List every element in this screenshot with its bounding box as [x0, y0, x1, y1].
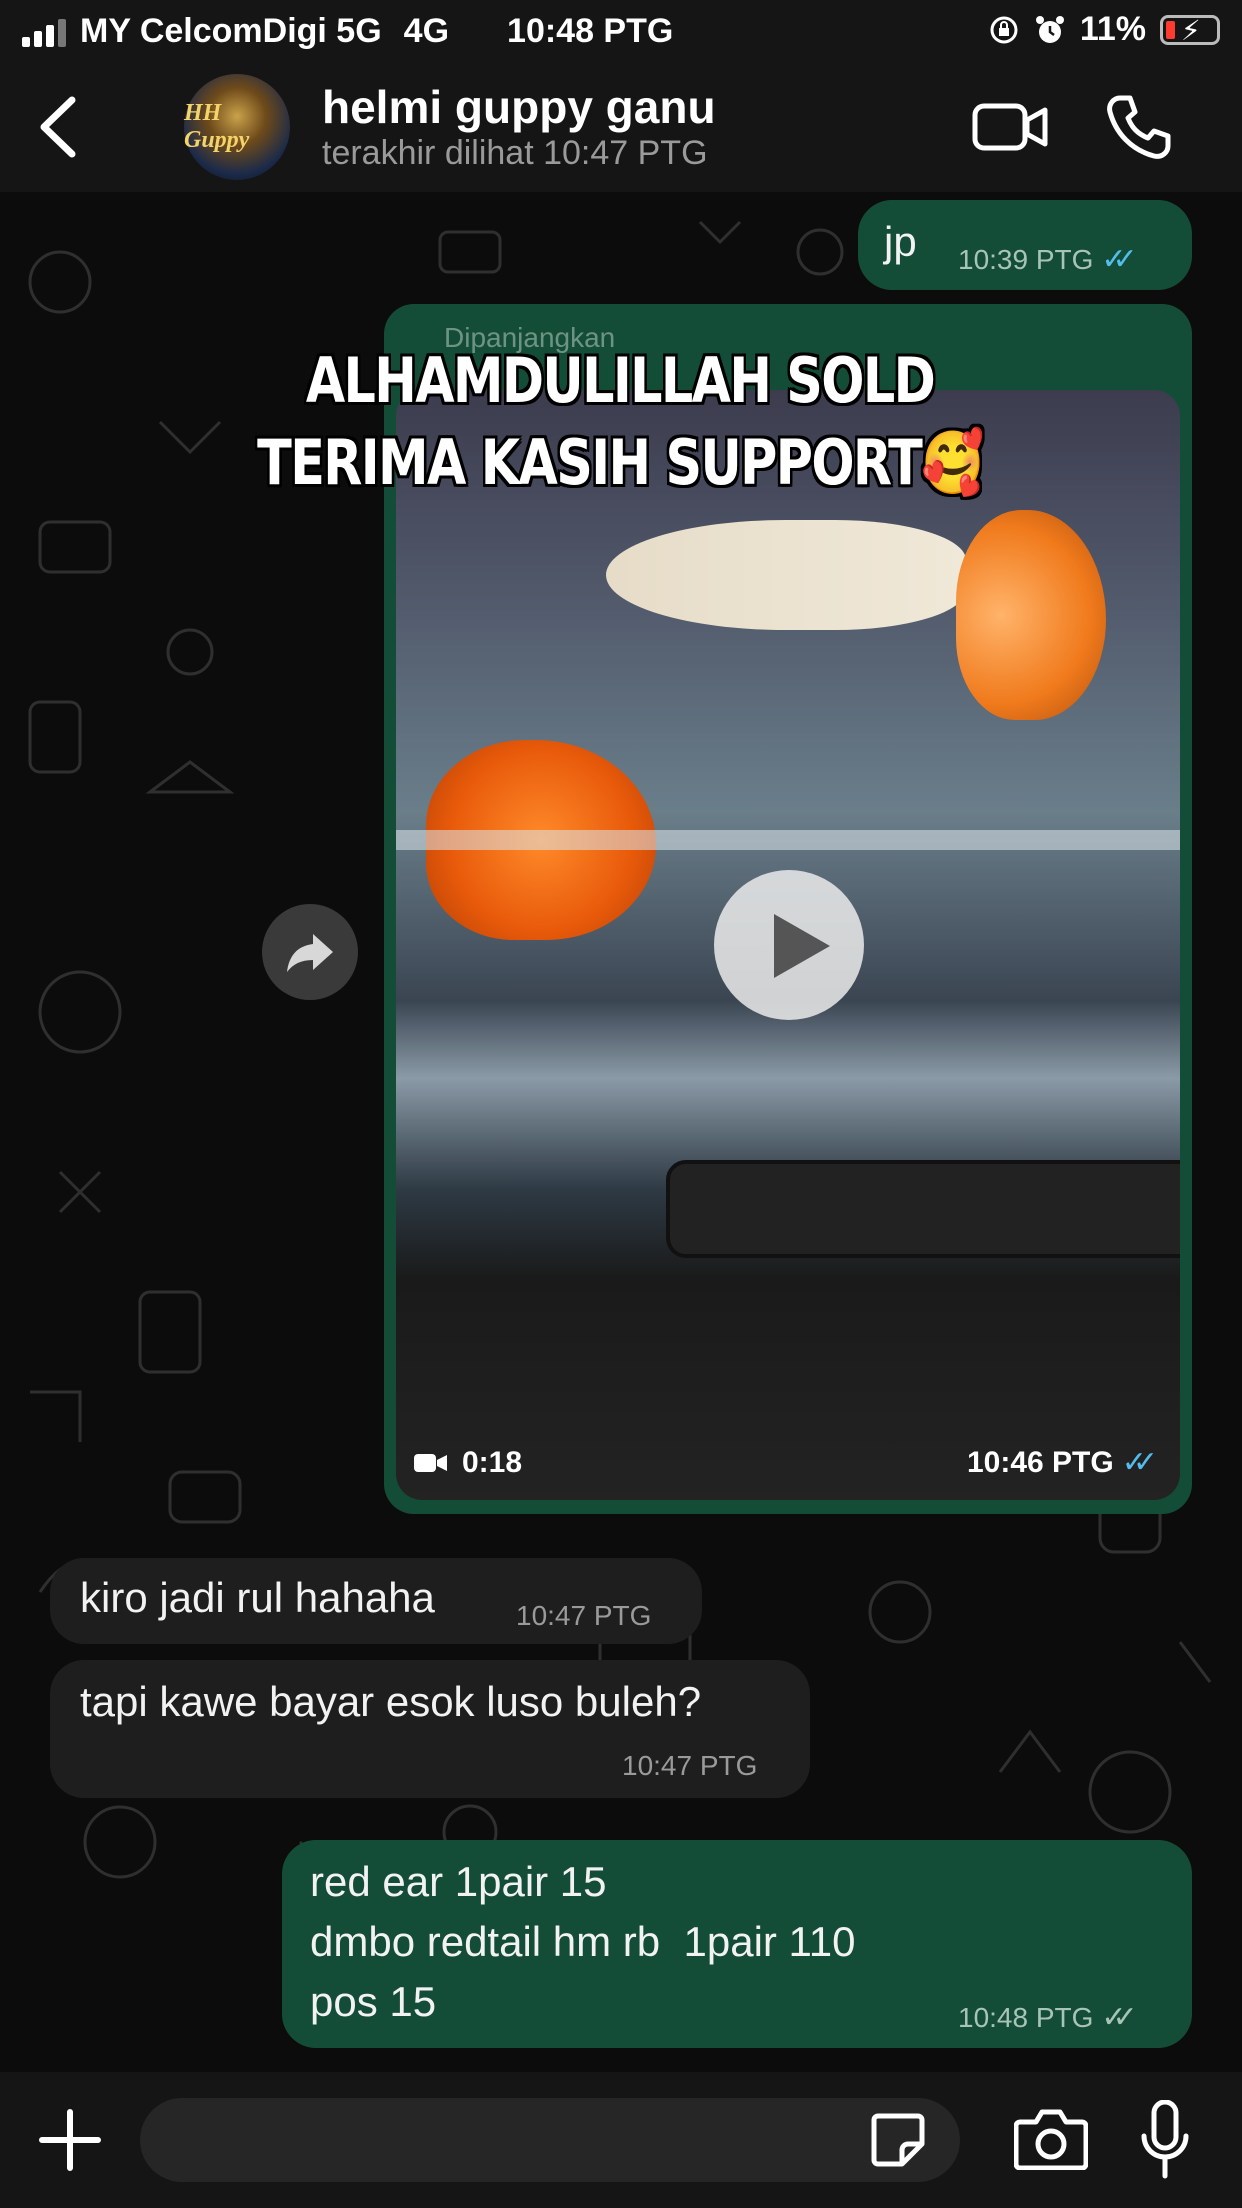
- tank-edge: [396, 830, 1180, 850]
- signal-icon: [22, 17, 66, 47]
- incoming-message[interactable]: kiro jadi rul hahaha 10:47 PTG: [50, 1558, 702, 1644]
- carrier-label: MY CelcomDigi 5G: [80, 12, 382, 50]
- fish-image: [606, 520, 966, 630]
- message-line: red ear 1pair 15: [310, 1858, 607, 1905]
- video-camera-icon: [414, 1454, 447, 1472]
- plus-icon[interactable]: [38, 2108, 102, 2172]
- message-line: dmbo redtail hm rb 1pair 110: [310, 1918, 856, 1965]
- avatar[interactable]: HH Guppy: [184, 74, 290, 180]
- message-time: 10:47 PTG: [622, 1750, 757, 1782]
- network-label: 4G: [403, 12, 450, 50]
- video-call-icon[interactable]: [972, 102, 1048, 152]
- sticker-icon[interactable]: [870, 2112, 926, 2168]
- clock: 10:48 PTG: [507, 12, 674, 50]
- forward-button[interactable]: [262, 904, 358, 1000]
- last-seen-status: terakhir dilihat 10:47 PTG: [322, 134, 708, 172]
- message-time-label: 10:47 PTG: [622, 1750, 758, 1781]
- video-thumbnail[interactable]: 0:18 10:46 PTG ✓✓: [396, 390, 1180, 1500]
- read-receipt-icon: ✓✓: [1101, 243, 1137, 276]
- avatar-text: HH Guppy: [184, 100, 250, 153]
- outgoing-message[interactable]: red ear 1pair 15 dmbo redtail hm rb 1pai…: [282, 1840, 1192, 2048]
- outgoing-message[interactable]: jp 10:39 PTG ✓✓: [858, 200, 1192, 290]
- voice-call-icon[interactable]: [1104, 92, 1174, 162]
- alarm-icon: [1035, 15, 1064, 43]
- incoming-message[interactable]: tapi kawe bayar esok luso buleh? 10:47 P…: [50, 1660, 810, 1798]
- message-time: 10:47 PTG: [516, 1600, 651, 1632]
- video-caption-overlay: ALHAMDULILLAH SOLD TERIMA KASIH SUPPORT🥰: [257, 344, 984, 499]
- status-right: 11% ⚡: [988, 10, 1220, 49]
- input-bar: [0, 2072, 1242, 2208]
- message-time: 10:48 PTG ✓✓: [958, 2000, 1138, 2035]
- message-time-label: 10:48 PTG: [958, 2001, 1094, 2033]
- battery-charging-icon: ⚡: [1160, 14, 1220, 46]
- microphone-icon[interactable]: [1140, 2100, 1190, 2180]
- camera-icon[interactable]: [1014, 2108, 1088, 2170]
- message-text: kiro jadi rul hahaha: [80, 1574, 435, 1621]
- message-text: jp: [884, 218, 917, 265]
- orientation-lock-icon: [990, 16, 1018, 43]
- message-time-label: 10:39 PTG: [958, 243, 1094, 275]
- message-time: 10:46 PTG ✓✓: [967, 1445, 1158, 1480]
- contact-name[interactable]: helmi guppy ganu: [322, 80, 716, 134]
- message-line: pos 15: [310, 1978, 437, 2025]
- fish-tail-image: [956, 510, 1106, 720]
- message-time-label: 10:47 PTG: [516, 1600, 652, 1631]
- video-duration: 0:18: [414, 1446, 522, 1480]
- car-dashboard-image: [666, 1160, 1180, 1258]
- message-text: tapi kawe bayar esok luso buleh?: [80, 1678, 702, 1725]
- chat-header: HH Guppy helmi guppy ganu terakhir dilih…: [0, 62, 1242, 192]
- back-icon[interactable]: [30, 92, 90, 162]
- status-bar: MY CelcomDigi 5G 4G 10:48 PTG 11% ⚡: [0, 0, 1242, 62]
- share-arrow-icon: [287, 934, 333, 972]
- status-left: MY CelcomDigi 5G 4G 10:48 PTG: [22, 12, 673, 51]
- message-time: 10:39 PTG ✓✓: [958, 242, 1138, 277]
- read-receipt-icon: ✓✓: [1121, 1446, 1158, 1479]
- delivered-receipt-icon: ✓✓: [1101, 2001, 1137, 2034]
- message-input[interactable]: [140, 2098, 960, 2182]
- battery-percent: 11%: [1079, 10, 1146, 48]
- video-duration-label: 0:18: [462, 1446, 523, 1479]
- play-button[interactable]: [714, 870, 864, 1020]
- message-time-label: 10:46 PTG: [966, 1445, 1114, 1479]
